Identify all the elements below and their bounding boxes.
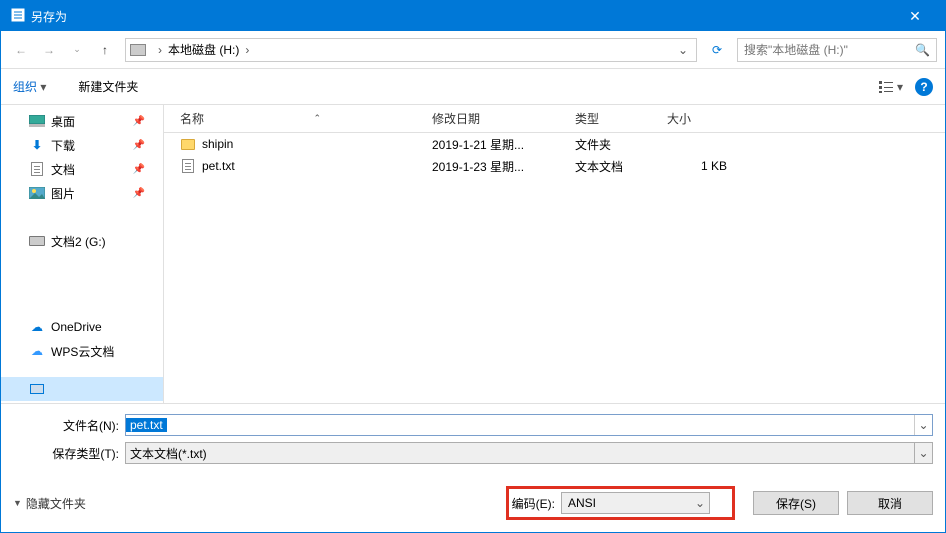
help-button[interactable]: ?: [915, 78, 933, 96]
file-type: 文本文档: [575, 158, 667, 175]
app-icon: [11, 8, 25, 25]
filename-label: 文件名(N):: [13, 417, 119, 434]
sidebar-item-label: 图片: [51, 185, 75, 202]
file-row[interactable]: pet.txt 2019-1-23 星期...文本文档1 KB: [164, 155, 945, 177]
titlebar: 另存为 ✕: [1, 1, 945, 31]
encoding-label: 编码(E):: [512, 495, 555, 512]
file-list: shipin 2019-1-21 星期...文件夹 pet.txt 2019-1-23…: [164, 133, 945, 403]
sidebar-item-label: 文档2 (G:): [51, 233, 106, 250]
sidebar-item-label: 下载: [51, 137, 75, 154]
file-row[interactable]: shipin 2019-1-21 星期...文件夹: [164, 133, 945, 155]
download-icon: ⬇: [29, 137, 45, 153]
file-date: 2019-1-21 星期...: [432, 136, 575, 153]
sidebar-item[interactable]: 图片 📌: [1, 181, 163, 205]
sort-indicator-icon: ⌃: [313, 113, 321, 124]
new-folder-button[interactable]: 新建文件夹: [78, 78, 138, 95]
view-button[interactable]: ▾: [879, 80, 903, 94]
refresh-button[interactable]: ⟳: [705, 43, 729, 57]
pin-icon: 📌: [133, 140, 145, 151]
encoding-value: ANSI: [562, 496, 691, 510]
col-date[interactable]: 修改日期: [432, 105, 575, 132]
search-box[interactable]: 🔍: [737, 38, 937, 62]
filename-field[interactable]: pet.txt ⌄: [125, 414, 933, 436]
save-button[interactable]: 保存(S): [753, 491, 839, 515]
file-size: 1 KB: [667, 159, 747, 173]
encoding-dropdown-icon[interactable]: ⌄: [691, 496, 709, 510]
filetype-label: 保存类型(T):: [13, 445, 119, 462]
filetype-value: 文本文档(*.txt): [126, 445, 914, 462]
sidebar-item[interactable]: 文档2 (G:): [1, 229, 163, 253]
window-title: 另存为: [31, 8, 895, 25]
sidebar-item-label: WPS云文档: [51, 343, 114, 360]
close-button[interactable]: ✕: [895, 8, 935, 25]
chevron-right-icon: ›: [158, 43, 162, 57]
file-name: shipin: [202, 137, 233, 151]
path-segment[interactable]: 本地磁盘 (H:): [168, 41, 239, 58]
column-headers: 名称⌃ 修改日期 类型 大小: [164, 105, 945, 133]
address-bar[interactable]: › 本地磁盘 (H:) › ⌄: [125, 38, 697, 62]
filename-value[interactable]: pet.txt: [126, 418, 167, 432]
organize-menu[interactable]: 组织 ▾: [13, 78, 70, 95]
sidebar-item[interactable]: 文档 📌: [1, 157, 163, 181]
sidebar-item[interactable]: ☁ WPS云文档: [1, 339, 163, 363]
col-name[interactable]: 名称⌃: [180, 105, 432, 132]
triangle-down-icon: ▼: [13, 498, 22, 508]
sidebar-item-label: OneDrive: [51, 320, 102, 334]
file-area: 名称⌃ 修改日期 类型 大小 shipin 2019-1-21 星期...文件夹 p…: [164, 105, 945, 403]
chevron-right-icon: ›: [245, 43, 249, 57]
chevron-down-icon: ▾: [40, 80, 46, 94]
nav-bar: ← → ⌄ ↑ › 本地磁盘 (H:) › ⌄ ⟳ 🔍: [1, 31, 945, 69]
monitor-icon: [29, 381, 45, 397]
encoding-field[interactable]: ANSI ⌄: [561, 492, 710, 514]
path-dropdown-icon[interactable]: ⌄: [678, 43, 688, 57]
file-icon: [180, 158, 196, 174]
sidebar: 桌面 📌 ⬇ 下载 📌 文档 📌 图片 📌 文档2 (G:) ☁ OneDrive ☁ WPS云文档本地磁…: [1, 105, 164, 403]
filetype-dropdown-icon[interactable]: ⌄: [914, 443, 932, 463]
file-type: 文件夹: [575, 136, 667, 153]
sidebar-item[interactable]: ☁ OneDrive: [1, 315, 163, 339]
filetype-field[interactable]: 文本文档(*.txt) ⌄: [125, 442, 933, 464]
doc-icon: [29, 161, 45, 177]
blank-icon: [29, 209, 45, 225]
bottom-panel: 文件名(N): pet.txt ⌄ 保存类型(T): 文本文档(*.txt) ⌄…: [1, 403, 945, 532]
wps-icon: ☁: [29, 343, 45, 359]
forward-button[interactable]: →: [37, 38, 61, 62]
blank-icon: [29, 281, 45, 297]
col-size[interactable]: 大小: [667, 105, 747, 132]
filename-dropdown-icon[interactable]: ⌄: [914, 415, 932, 435]
encoding-highlight: 编码(E): ANSI ⌄: [506, 486, 735, 520]
search-input[interactable]: [738, 39, 936, 61]
hide-folders-toggle[interactable]: ▼隐藏文件夹: [13, 495, 86, 512]
sidebar-item-label: 文档: [51, 161, 75, 178]
toolbar: 组织 ▾ 新建文件夹 ▾ ?: [1, 69, 945, 105]
sidebar-item[interactable]: [1, 205, 163, 229]
sidebar-item-label: 桌面: [51, 113, 75, 130]
sidebar-item[interactable]: ⬇ 下载 📌: [1, 133, 163, 157]
pin-icon: 📌: [133, 188, 145, 199]
drive-icon: [130, 44, 146, 56]
file-name: pet.txt: [202, 159, 235, 173]
sidebar-item[interactable]: 桌面 📌: [1, 109, 163, 133]
search-icon[interactable]: 🔍: [915, 43, 930, 57]
pin-icon: 📌: [133, 116, 145, 127]
cancel-button[interactable]: 取消: [847, 491, 933, 515]
sidebar-item[interactable]: [1, 253, 163, 277]
blank-icon: [29, 257, 45, 273]
back-button[interactable]: ←: [9, 38, 33, 62]
file-date: 2019-1-23 星期...: [432, 158, 575, 175]
desktop-icon: [29, 113, 45, 129]
folder-icon: [180, 136, 196, 152]
sidebar-item[interactable]: [1, 277, 163, 301]
col-type[interactable]: 类型: [575, 105, 667, 132]
onedrive-icon: ☁: [29, 319, 45, 335]
sidebar-item[interactable]: 本地磁盘 (H:): [1, 401, 163, 403]
pin-icon: 📌: [133, 164, 145, 175]
sidebar-item[interactable]: [1, 377, 163, 401]
recent-dropdown[interactable]: ⌄: [65, 38, 89, 62]
up-button[interactable]: ↑: [93, 38, 117, 62]
pic-icon: [29, 185, 45, 201]
disk-icon: [29, 233, 45, 249]
